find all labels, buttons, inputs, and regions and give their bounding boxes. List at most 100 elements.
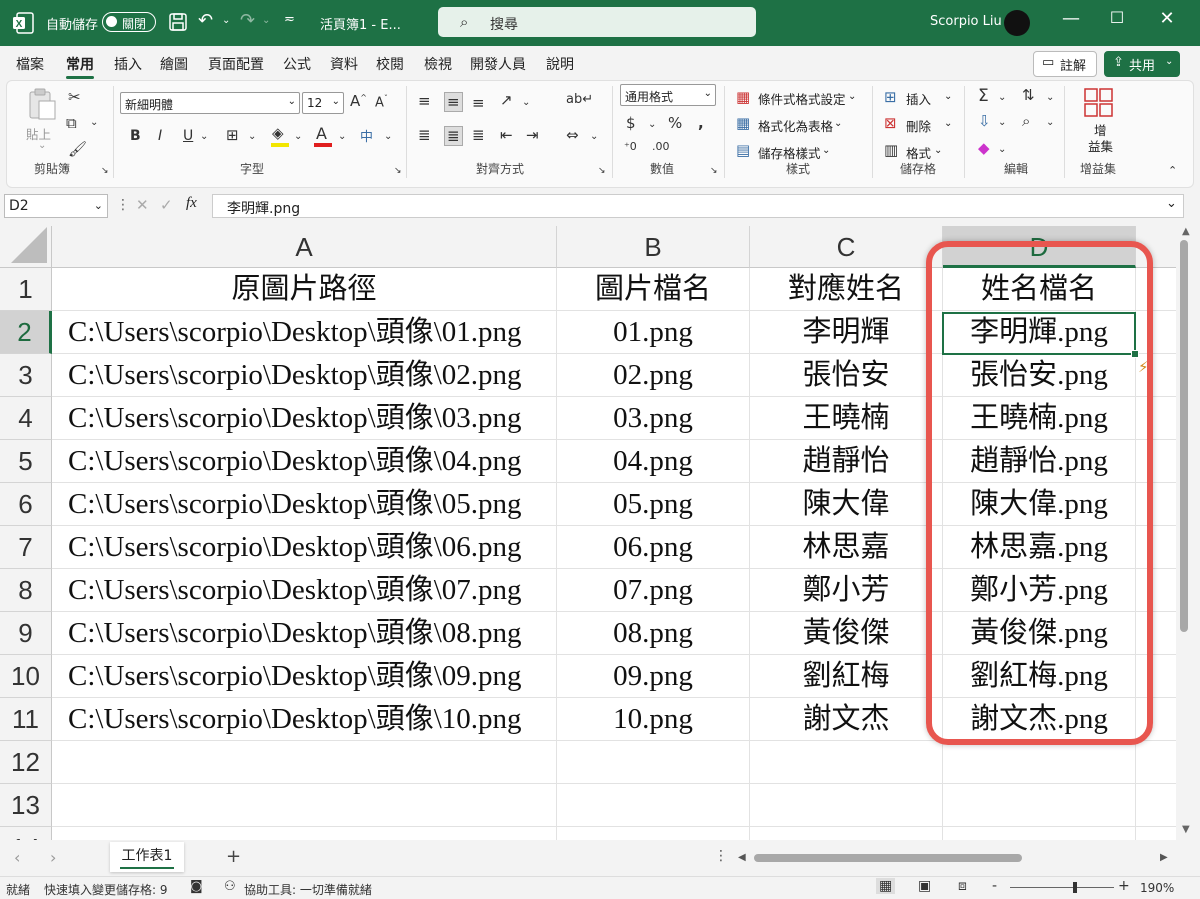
cell-b3[interactable]: 02.png: [557, 354, 750, 397]
zoom-slider-track[interactable]: [1010, 887, 1114, 888]
customize-toolbar-icon[interactable]: ≂: [284, 12, 295, 27]
row-header-3[interactable]: 3: [0, 354, 52, 397]
orientation-dropdown-icon[interactable]: ⌄: [522, 97, 530, 108]
insert-function-icon[interactable]: fx: [186, 195, 197, 212]
minimize-icon[interactable]: —: [1056, 8, 1086, 29]
cell-a5[interactable]: C:\Users\scorpio\Desktop\頭像\04.png: [52, 440, 557, 483]
find-dropdown-icon[interactable]: ⌄: [1046, 117, 1054, 128]
cell-c3[interactable]: 張怡安: [750, 354, 943, 397]
zoom-out-button[interactable]: -: [992, 878, 997, 894]
number-format-select[interactable]: 通用格式 ⌄: [620, 84, 716, 106]
redo-dropdown-icon[interactable]: ⌄: [262, 15, 270, 26]
row-header-10[interactable]: 10: [0, 655, 52, 698]
cell-b12[interactable]: [557, 741, 750, 784]
italic-button[interactable]: I: [158, 128, 162, 144]
cell-c10[interactable]: 劉紅梅: [750, 655, 943, 698]
decrease-font-icon[interactable]: Aˇ: [375, 94, 388, 110]
cell-a6[interactable]: C:\Users\scorpio\Desktop\頭像\05.png: [52, 483, 557, 526]
menu-data[interactable]: 資料: [330, 54, 358, 74]
comma-icon[interactable]: ,: [698, 114, 704, 132]
font-color-icon[interactable]: A: [316, 124, 327, 143]
clear-dropdown-icon[interactable]: ⌄: [998, 144, 1006, 155]
collapse-ribbon-icon[interactable]: ⌃: [1168, 164, 1177, 177]
row-header-9[interactable]: 9: [0, 612, 52, 655]
sort-dropdown-icon[interactable]: ⌄: [1046, 92, 1054, 103]
align-top-icon[interactable]: ≡: [418, 92, 431, 110]
cell-c8[interactable]: 鄭小芳: [750, 569, 943, 612]
menu-page-layout[interactable]: 頁面配置: [208, 54, 264, 74]
menu-help[interactable]: 說明: [546, 54, 574, 74]
row-header-14[interactable]: 14: [0, 827, 52, 840]
cell-a12[interactable]: [52, 741, 557, 784]
accessibility-icon[interactable]: ⚇: [224, 879, 236, 894]
cell-c11[interactable]: 謝文杰: [750, 698, 943, 741]
menu-home[interactable]: 常用: [66, 54, 94, 79]
cell-styles-icon[interactable]: ▤: [736, 141, 750, 159]
cell-c14[interactable]: [750, 827, 943, 840]
cell-c9[interactable]: 黃俊傑: [750, 612, 943, 655]
vertical-scroll-thumb[interactable]: [1180, 240, 1188, 632]
row-header-1[interactable]: 1: [0, 268, 52, 311]
scroll-left-icon[interactable]: ◀: [738, 852, 746, 863]
cell-b14[interactable]: [557, 827, 750, 840]
merge-dropdown-icon[interactable]: ⌄: [590, 131, 598, 142]
scroll-right-icon[interactable]: ▶: [1160, 852, 1168, 863]
cell-b4[interactable]: 03.png: [557, 397, 750, 440]
copy-icon[interactable]: ⧉: [66, 114, 77, 132]
increase-indent-icon[interactable]: ⇥: [526, 126, 539, 144]
row-header-2[interactable]: 2: [0, 311, 52, 354]
close-icon[interactable]: ✕: [1152, 8, 1182, 29]
font-launcher-icon[interactable]: ↘: [394, 166, 402, 176]
menu-developer[interactable]: 開發人員: [470, 54, 526, 74]
fill-color-icon[interactable]: ◈: [272, 124, 284, 142]
horizontal-scroll-thumb[interactable]: [754, 854, 1022, 862]
row-header-8[interactable]: 8: [0, 569, 52, 612]
cell-c5[interactable]: 趙靜怡: [750, 440, 943, 483]
autosave-toggle[interactable]: 關閉: [102, 12, 156, 32]
cell-b11[interactable]: 10.png: [557, 698, 750, 741]
formula-input[interactable]: 李明輝.png: [212, 194, 1184, 218]
cell-b1[interactable]: 圖片檔名: [557, 268, 750, 311]
align-right-icon[interactable]: ≣: [472, 126, 485, 144]
decrease-decimal-icon[interactable]: .00: [652, 140, 670, 153]
alignment-launcher-icon[interactable]: ↘: [598, 166, 606, 176]
border-icon[interactable]: ⊞: [226, 126, 239, 144]
cell-d14[interactable]: [943, 827, 1136, 840]
bold-button[interactable]: B: [130, 128, 141, 144]
clipboard-launcher-icon[interactable]: ↘: [101, 166, 109, 176]
cell-d13[interactable]: [943, 784, 1136, 827]
zoom-level[interactable]: 190%: [1140, 881, 1174, 895]
cell-a14[interactable]: [52, 827, 557, 840]
cell-b2[interactable]: 01.png: [557, 311, 750, 354]
menu-file[interactable]: 檔案: [16, 54, 44, 74]
cell-c4[interactable]: 王曉楠: [750, 397, 943, 440]
align-left-icon[interactable]: ≣: [418, 126, 431, 144]
format-dropdown-icon[interactable]: ⌄: [934, 145, 942, 156]
sort-filter-icon[interactable]: ⇅: [1022, 86, 1035, 104]
menu-insert[interactable]: 插入: [114, 54, 142, 74]
cell-e12[interactable]: [1136, 741, 1176, 784]
cell-a13[interactable]: [52, 784, 557, 827]
cell-b10[interactable]: 09.png: [557, 655, 750, 698]
cell-c6[interactable]: 陳大偉: [750, 483, 943, 526]
cell-c13[interactable]: [750, 784, 943, 827]
menu-view[interactable]: 檢視: [424, 54, 452, 74]
cell-b13[interactable]: [557, 784, 750, 827]
status-accessibility[interactable]: 協助工具: 一切準備就緒: [244, 881, 372, 898]
fill-dropdown-icon[interactable]: ⌄: [998, 117, 1006, 128]
increase-font-icon[interactable]: A^: [350, 92, 367, 110]
merge-center-icon[interactable]: ⇔: [566, 126, 579, 144]
add-ins-icon[interactable]: [1084, 88, 1114, 118]
format-table-icon[interactable]: ▦: [736, 114, 750, 132]
autosum-icon[interactable]: Σ: [978, 86, 989, 106]
scroll-up-icon[interactable]: ▲: [1182, 226, 1190, 237]
add-ins-label-2[interactable]: 益集: [1088, 136, 1113, 155]
cell-a7[interactable]: C:\Users\scorpio\Desktop\頭像\06.png: [52, 526, 557, 569]
insert-cells-button[interactable]: 插入: [906, 89, 931, 108]
conditional-format-button[interactable]: 條件式格式設定: [758, 89, 846, 108]
align-center-icon[interactable]: ≣: [444, 126, 463, 146]
menu-review[interactable]: 校閱: [376, 54, 404, 74]
maximize-icon[interactable]: ☐: [1102, 8, 1132, 27]
column-header-b[interactable]: B: [557, 226, 750, 268]
percent-icon[interactable]: %: [668, 114, 682, 132]
